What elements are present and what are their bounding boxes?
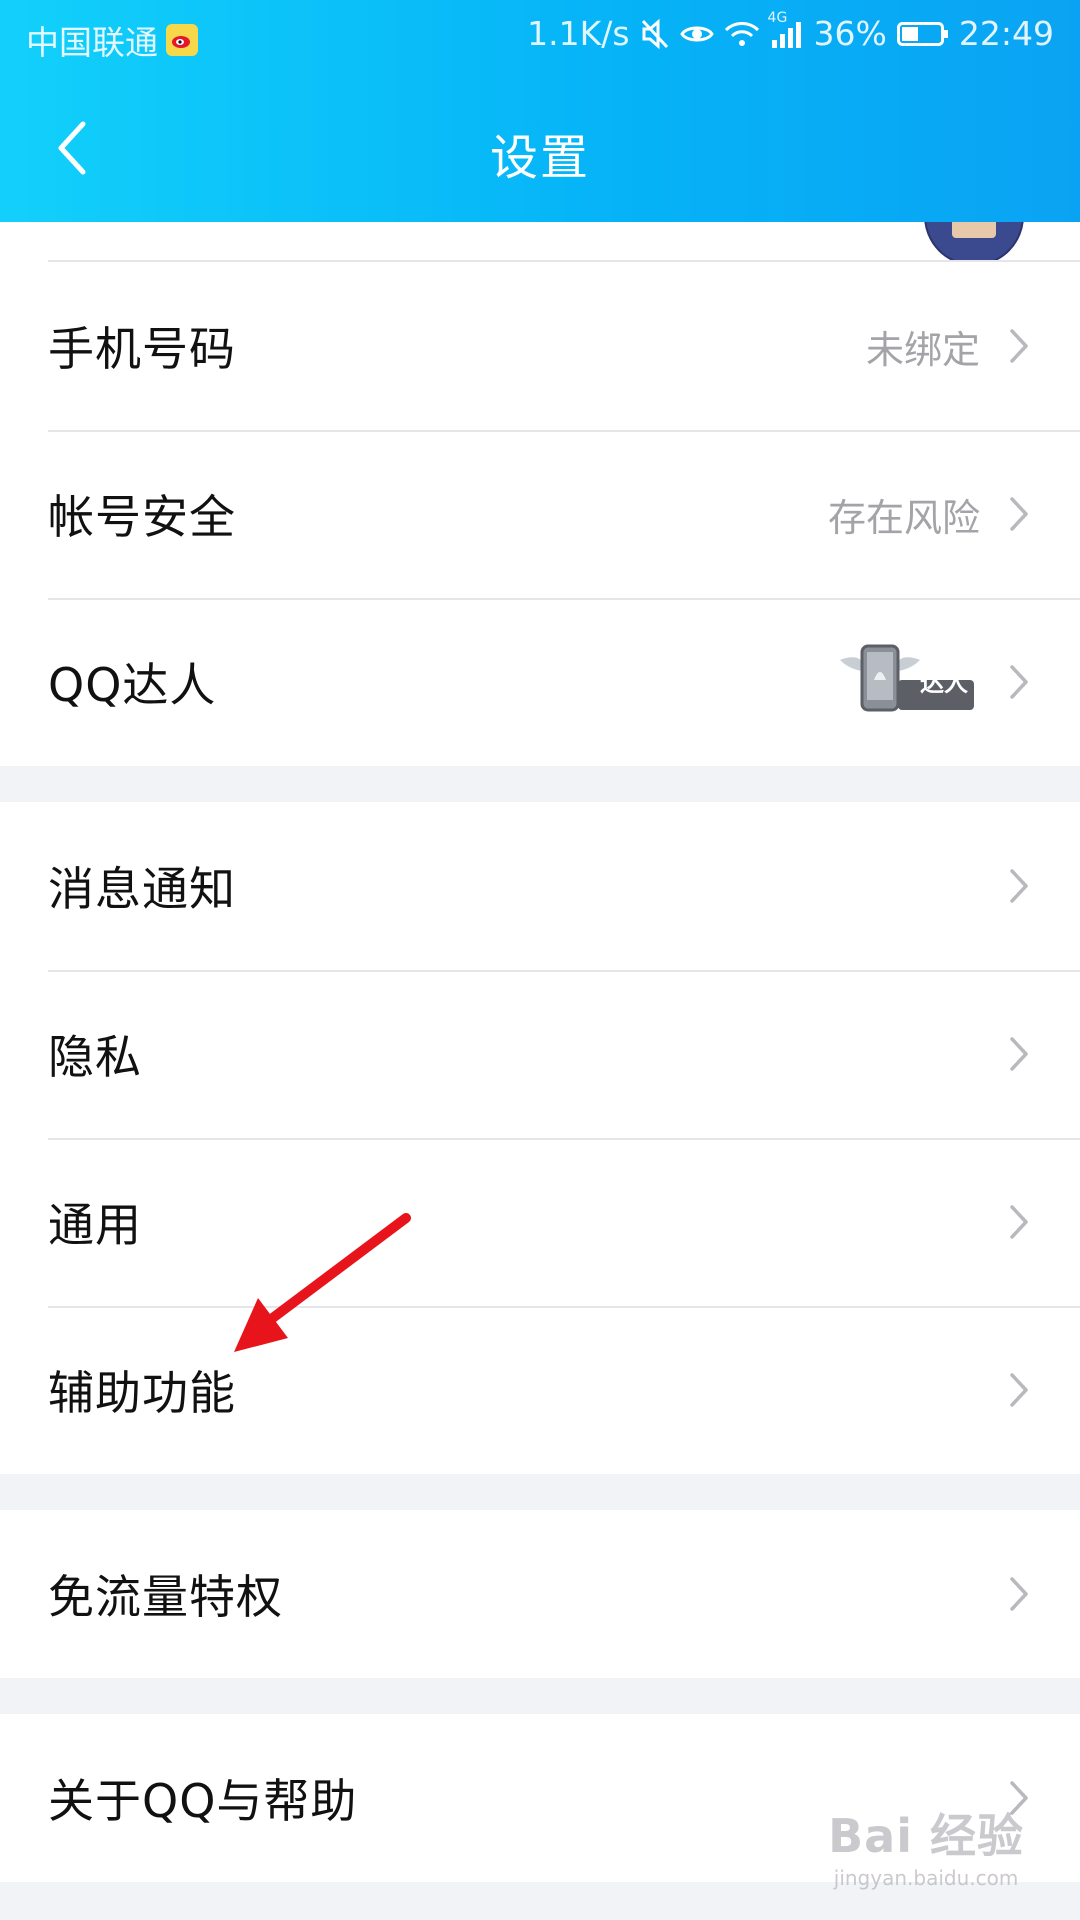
- wifi-icon: [724, 20, 760, 48]
- settings-list: 手机号码 未绑定 帐号安全 存在风险 QQ达人 达人 消息通知 隐私 通用 辅助…: [0, 222, 1080, 1882]
- settings-row-accessibility[interactable]: 辅助功能: [0, 1306, 1080, 1474]
- carrier-group: 中国联通: [26, 16, 198, 64]
- settings-row-account-security[interactable]: 帐号安全 存在风险: [0, 430, 1080, 598]
- network-type-label: 4G: [767, 9, 788, 26]
- row-label: QQ达人: [48, 658, 217, 712]
- row-label: 辅助功能: [48, 1366, 236, 1420]
- settings-row-data-free[interactable]: 免流量特权: [0, 1510, 1080, 1678]
- chevron-right-icon: [1010, 1577, 1028, 1611]
- settings-row-notifications[interactable]: 消息通知: [0, 802, 1080, 970]
- settings-row-qq-daren[interactable]: QQ达人 达人: [0, 598, 1080, 766]
- account-group: 手机号码 未绑定 帐号安全 存在风险 QQ达人 达人: [0, 222, 1080, 766]
- row-value: 未绑定: [865, 327, 980, 372]
- net-speed: 1.1K/s: [527, 14, 630, 53]
- baidu-jingyan-watermark: Bai 经验 jingyan.baidu.com: [828, 1800, 1024, 1890]
- row-label: 通用: [48, 1198, 142, 1252]
- watermark-main: Bai 经验: [828, 1809, 1024, 1863]
- settings-row-general[interactable]: 通用: [0, 1138, 1080, 1306]
- chevron-right-icon: [1010, 665, 1028, 699]
- settings-row-privacy[interactable]: 隐私: [0, 970, 1080, 1138]
- row-label: 帐号安全: [48, 490, 236, 544]
- section-gap: [0, 1678, 1080, 1714]
- watermark-url: jingyan.baidu.com: [833, 1866, 1019, 1890]
- navigation-bar: 设置: [0, 74, 1080, 222]
- chevron-right-icon: [1010, 1373, 1028, 1407]
- chevron-right-icon: [1010, 497, 1028, 531]
- mute-icon: [640, 18, 670, 50]
- weibo-icon: [166, 24, 198, 56]
- row-label: 免流量特权: [48, 1570, 283, 1624]
- chevron-right-icon: [1010, 1205, 1028, 1239]
- avatar: [924, 222, 1024, 262]
- eye-comfort-icon: [679, 21, 714, 47]
- profile-row-partial[interactable]: [0, 222, 1080, 262]
- battery-icon: [896, 20, 949, 48]
- row-label: 隐私: [48, 1030, 142, 1084]
- page-title: 设置: [489, 130, 590, 186]
- general-group: 消息通知 隐私 通用 辅助功能: [0, 802, 1080, 1474]
- status-icons: 1.1K/s 4G 36% 22:49: [527, 10, 1054, 54]
- section-gap: [0, 766, 1080, 802]
- section-gap: [0, 1474, 1080, 1510]
- row-label: 消息通知: [48, 862, 236, 916]
- chevron-right-icon: [1010, 1037, 1028, 1071]
- carrier-name: 中国联通: [26, 23, 158, 62]
- row-label: 手机号码: [48, 322, 236, 376]
- battery-percent: 36%: [813, 14, 887, 53]
- daren-badge-icon: 达人: [836, 640, 976, 716]
- row-value: 存在风险: [827, 495, 980, 540]
- daren-badge-text: 达人: [920, 669, 968, 697]
- chevron-right-icon: [1010, 329, 1028, 363]
- settings-row-phone[interactable]: 手机号码 未绑定: [0, 262, 1080, 430]
- chevron-right-icon: [1010, 869, 1028, 903]
- status-bar: 中国联通 1.1K/s 4G 36% 22:49: [0, 0, 1080, 74]
- cellular-signal-icon: 4G: [768, 10, 804, 48]
- data-free-group: 免流量特权: [0, 1510, 1080, 1678]
- row-label: 关于QQ与帮助: [48, 1774, 358, 1828]
- clock: 22:49: [958, 14, 1054, 53]
- header: 中国联通 1.1K/s 4G 36% 22:49 设置: [0, 0, 1080, 222]
